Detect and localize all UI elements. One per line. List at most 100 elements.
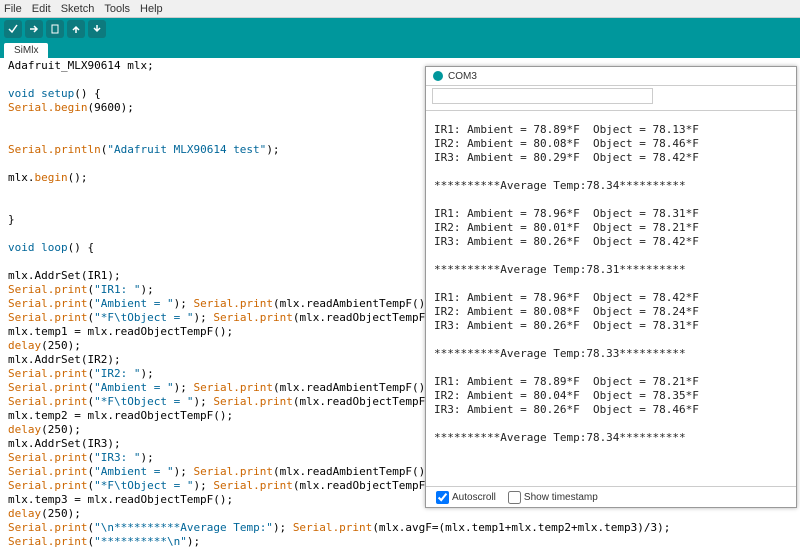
s: "\n**********Average Temp:" (94, 521, 273, 534)
m: .println (48, 143, 101, 156)
o: Serial (8, 283, 48, 296)
m: .print (48, 283, 88, 296)
serial-monitor-window: COM3 IR1: Ambient = 78.89*F Object = 78.… (425, 66, 797, 508)
t: () { (74, 87, 101, 100)
t: ); (193, 395, 213, 408)
timestamp-label: Show timestamp (524, 492, 598, 503)
menu-tools[interactable]: Tools (104, 3, 130, 15)
serial-input-row (426, 86, 796, 111)
upload-button[interactable] (25, 20, 43, 38)
t: ); (140, 283, 153, 296)
t: ); (140, 367, 153, 380)
tabbar: SiMlx (0, 40, 800, 58)
serial-output[interactable]: IR1: Ambient = 78.89*F Object = 78.13*F … (426, 111, 796, 449)
t: ); (193, 311, 213, 324)
m: begin (35, 171, 68, 184)
autoscroll-option[interactable]: Autoscroll (432, 488, 496, 507)
t: } (8, 213, 15, 226)
toolbar (0, 18, 800, 40)
menubar: File Edit Sketch Tools Help (0, 0, 800, 18)
t: mlx.AddrSet(IR2); (8, 353, 121, 366)
o: Serial (293, 521, 333, 534)
m: .print (48, 311, 88, 324)
s: "IR3: " (94, 451, 140, 464)
t: (250); (41, 507, 81, 520)
o: Serial (8, 521, 48, 534)
obj: Serial (8, 101, 48, 114)
verify-button[interactable] (4, 20, 22, 38)
new-button[interactable] (46, 20, 64, 38)
s: "*F\tObject = " (94, 395, 193, 408)
menu-sketch[interactable]: Sketch (61, 3, 95, 15)
kw: void (8, 87, 35, 100)
t: (); (68, 171, 88, 184)
autoscroll-checkbox[interactable] (436, 491, 449, 504)
m: .print (48, 521, 88, 534)
m: .print (48, 535, 88, 547)
t: ); (266, 143, 279, 156)
o: Serial (8, 451, 48, 464)
tab-sketch[interactable]: SiMlx (4, 43, 48, 58)
menu-edit[interactable]: Edit (32, 3, 51, 15)
t: (250); (41, 423, 81, 436)
s: "**********\n" (94, 535, 187, 547)
serial-title-text: COM3 (448, 71, 477, 82)
save-button[interactable] (88, 20, 106, 38)
o: Serial (213, 479, 253, 492)
str: "Adafruit MLX90614 test" (107, 143, 266, 156)
t: (mlx.readAmbientTempF() (273, 465, 425, 478)
m: .print (333, 521, 373, 534)
t: ); (174, 465, 194, 478)
o: Serial (193, 465, 233, 478)
o: Serial (8, 297, 48, 310)
timestamp-checkbox[interactable] (508, 491, 521, 504)
fn: setup (35, 87, 75, 100)
timestamp-option[interactable]: Show timestamp (504, 488, 598, 507)
fn: loop (35, 241, 68, 254)
t: (mlx.readAmbientTempF() (273, 381, 425, 394)
t: () { (68, 241, 95, 254)
s: "IR2: " (94, 367, 140, 380)
serial-send-input[interactable] (432, 88, 653, 104)
s: "*F\tObject = " (94, 479, 193, 492)
t: ); (193, 479, 213, 492)
menu-help[interactable]: Help (140, 3, 163, 15)
o: Serial (8, 395, 48, 408)
serial-icon (432, 70, 444, 82)
m: .print (48, 367, 88, 380)
t: ); (174, 381, 194, 394)
o: Serial (8, 367, 48, 380)
serial-titlebar[interactable]: COM3 (426, 67, 796, 86)
t: mlx.temp3 = mlx.readObjectTempF(); (8, 493, 233, 506)
t: ); (140, 451, 153, 464)
code-line: Adafruit_MLX90614 mlx; (8, 59, 154, 72)
open-button[interactable] (67, 20, 85, 38)
t: mlx.temp2 = mlx.readObjectTempF(); (8, 409, 233, 422)
m: .print (48, 381, 88, 394)
t: (mlx.avgF=(mlx.temp1+mlx.temp2+mlx.temp3… (372, 521, 670, 534)
m: .print (48, 479, 88, 492)
t: ); (187, 535, 200, 547)
menu-file[interactable]: File (4, 3, 22, 15)
t: (mlx.readObjectTempF (293, 479, 425, 492)
m: .print (233, 297, 273, 310)
m: delay (8, 507, 41, 520)
s: "*F\tObject = " (94, 311, 193, 324)
m: .print (48, 465, 88, 478)
m: delay (8, 339, 41, 352)
m: .begin (48, 101, 88, 114)
m: .print (48, 395, 88, 408)
m: .print (253, 311, 293, 324)
o: Serial (8, 465, 48, 478)
t: (mlx.readObjectTempF (293, 311, 425, 324)
t: (mlx.readObjectTempF (293, 395, 425, 408)
s: "Ambient = " (94, 381, 173, 394)
m: .print (233, 465, 273, 478)
t: (250); (41, 339, 81, 352)
s: "Ambient = " (94, 297, 173, 310)
o: Serial (8, 479, 48, 492)
s: "Ambient = " (94, 465, 173, 478)
t: ); (273, 521, 293, 534)
t: (mlx.readAmbientTempF() (273, 297, 425, 310)
t: mlx.temp1 = mlx.readObjectTempF(); (8, 325, 233, 338)
